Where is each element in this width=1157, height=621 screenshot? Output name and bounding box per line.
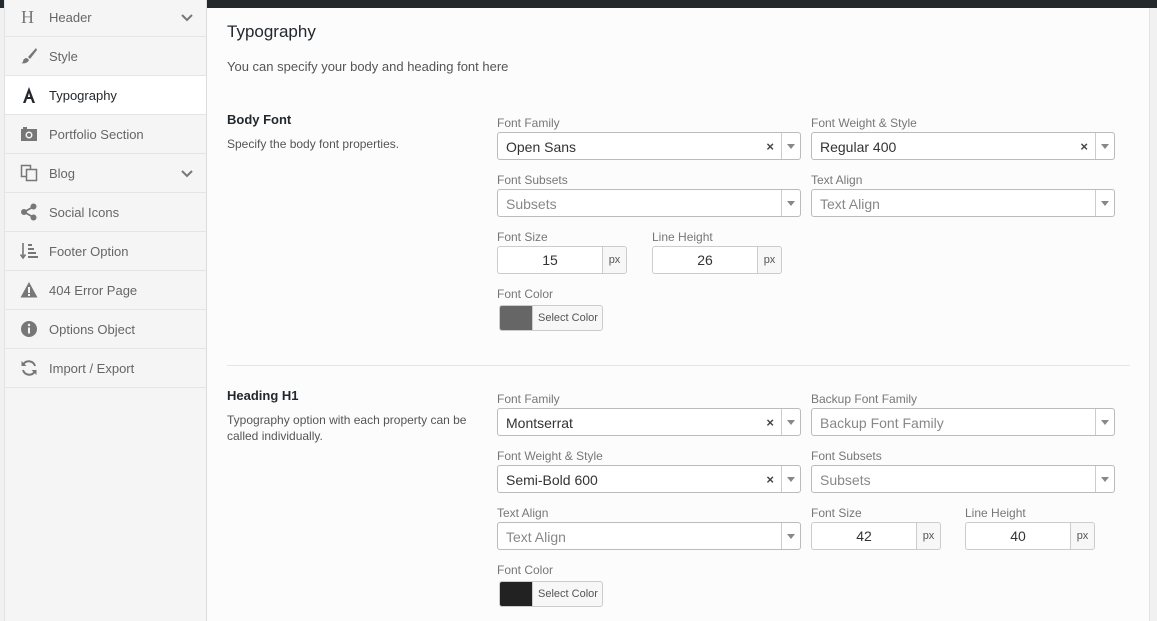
h1-backup-font-select[interactable]: Backup Font Family: [811, 408, 1115, 436]
body-font-size-field: px: [497, 246, 627, 274]
dropdown-arrow-icon: [781, 466, 800, 492]
chevron-down-icon: [181, 14, 193, 22]
blog-copy-icon: [19, 163, 39, 183]
section-desc-heading-h1: Typography option with each property can…: [227, 413, 467, 443]
options-panel: Typography You can specify your body and…: [207, 8, 1149, 621]
dropdown-arrow-icon: [781, 190, 800, 216]
sidebar-item-options-object[interactable]: Options Object: [5, 310, 206, 349]
portfolio-camera-icon: [19, 124, 39, 144]
sidebar-item-label: Import / Export: [49, 360, 135, 376]
field-label: Line Height: [652, 230, 713, 244]
clear-icon[interactable]: ×: [766, 472, 774, 487]
field-label: Font Color: [497, 287, 554, 301]
sidebar-item-style[interactable]: Style: [5, 37, 206, 76]
body-font-size-input[interactable]: [497, 246, 602, 274]
header-h-icon: H: [19, 7, 39, 27]
sidebar-item-portfolio[interactable]: Portfolio Section: [5, 115, 206, 154]
sidebar-item-label: Header: [49, 9, 92, 25]
field-label: Font Color: [497, 563, 554, 577]
sort-list-icon: [19, 241, 39, 261]
dropdown-arrow-icon: [1095, 133, 1114, 159]
dropdown-arrow-icon: [781, 409, 800, 435]
section-desc-body-font: Specify the body font properties.: [227, 137, 400, 151]
paintbrush-icon: [19, 46, 39, 66]
section-title-heading-h1: Heading H1: [227, 388, 299, 403]
unit-label: px: [602, 246, 627, 274]
sidebar-item-label: Social Icons: [49, 204, 120, 220]
field-label: Font Weight & Style: [497, 449, 603, 463]
section-divider: [227, 365, 1130, 366]
sidebar-item-typography[interactable]: Typography: [5, 76, 206, 115]
sidebar-item-label: Options Object: [49, 321, 135, 337]
sidebar-item-import-export[interactable]: Import / Export: [5, 349, 206, 388]
body-font-weight-select[interactable]: Regular 400 ×: [811, 132, 1115, 160]
dropdown-arrow-icon: [781, 523, 800, 549]
unit-label: px: [916, 522, 941, 550]
typography-a-icon: [19, 85, 39, 105]
h1-font-family-select[interactable]: Montserrat ×: [497, 408, 801, 436]
dropdown-arrow-icon: [781, 133, 800, 159]
h1-line-height-input[interactable]: [965, 522, 1070, 550]
field-label: Font Family: [497, 392, 560, 406]
field-label: Font Size: [811, 506, 862, 520]
field-label: Font Size: [497, 230, 548, 244]
color-swatch: [500, 582, 532, 606]
page-subtitle: You can specify your body and heading fo…: [227, 59, 509, 74]
field-label: Text Align: [497, 506, 549, 520]
options-sidebar: H Header Style Typography Portfolio Sect…: [4, 0, 207, 621]
sidebar-item-footer-option[interactable]: Footer Option: [5, 232, 206, 271]
field-label: Backup Font Family: [811, 392, 918, 406]
body-font-color-button[interactable]: Select Color: [499, 305, 603, 331]
unit-label: px: [757, 246, 782, 274]
sidebar-item-label: 404 Error Page: [49, 282, 138, 298]
body-text-align-select[interactable]: Text Align: [811, 189, 1115, 217]
h1-font-size-input[interactable]: [811, 522, 916, 550]
window-edge: [1149, 8, 1157, 621]
clear-icon[interactable]: ×: [766, 139, 774, 154]
field-label: Font Weight & Style: [811, 116, 917, 130]
sidebar-item-label: Portfolio Section: [49, 126, 144, 142]
sidebar-item-blog[interactable]: Blog: [5, 154, 206, 193]
field-label: Font Subsets: [497, 173, 568, 187]
body-line-height-field: px: [652, 246, 782, 274]
section-title-body-font: Body Font: [227, 112, 292, 127]
body-font-subsets-select[interactable]: Subsets: [497, 189, 801, 217]
sidebar-item-404-error-page[interactable]: 404 Error Page: [5, 271, 206, 310]
field-label: Font Subsets: [811, 449, 882, 463]
refresh-icon: [19, 358, 39, 378]
dropdown-arrow-icon: [1095, 466, 1114, 492]
warning-icon: [19, 280, 39, 300]
sidebar-item-label: Footer Option: [49, 243, 129, 259]
field-label: Font Family: [497, 116, 560, 130]
h1-font-weight-select[interactable]: Semi-Bold 600 ×: [497, 465, 801, 493]
color-swatch: [500, 306, 532, 330]
h1-line-height-field: px: [965, 522, 1095, 550]
h1-font-subsets-select[interactable]: Subsets: [811, 465, 1115, 493]
field-label: Text Align: [811, 173, 863, 187]
body-font-family-select[interactable]: Open Sans ×: [497, 132, 801, 160]
clear-icon[interactable]: ×: [1080, 139, 1088, 154]
field-label: Line Height: [965, 506, 1026, 520]
info-icon: [19, 319, 39, 339]
dropdown-arrow-icon: [1095, 190, 1114, 216]
unit-label: px: [1070, 522, 1095, 550]
sidebar-item-label: Style: [49, 48, 78, 64]
sidebar-item-label: Blog: [49, 165, 76, 181]
body-line-height-input[interactable]: [652, 246, 757, 274]
sidebar-item-label: Typography: [49, 87, 117, 103]
share-icon: [19, 202, 39, 222]
svg-text:H: H: [21, 8, 34, 26]
h1-font-color-button[interactable]: Select Color: [499, 581, 603, 607]
dropdown-arrow-icon: [1095, 409, 1114, 435]
h1-font-size-field: px: [811, 522, 941, 550]
sidebar-item-header[interactable]: H Header: [5, 0, 206, 37]
h1-text-align-select[interactable]: Text Align: [497, 522, 801, 550]
sidebar-item-social-icons[interactable]: Social Icons: [5, 193, 206, 232]
clear-icon[interactable]: ×: [766, 415, 774, 430]
chevron-down-icon: [181, 170, 193, 178]
page-title: Typography: [227, 22, 316, 41]
